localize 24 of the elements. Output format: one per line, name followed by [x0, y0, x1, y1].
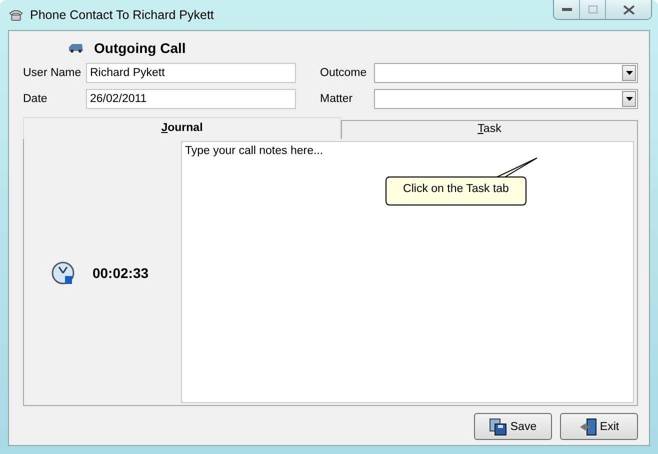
field-label: Matter	[320, 93, 354, 105]
car-icon	[68, 43, 84, 53]
tab[interactable]: Task	[341, 120, 638, 139]
save-button[interactable]: Save	[474, 413, 552, 440]
maximize-icon	[588, 5, 598, 14]
text-field[interactable]: Richard Pykett	[86, 63, 296, 83]
minimize-icon	[560, 6, 572, 12]
door-exit-icon	[578, 418, 597, 436]
field-label: User Name	[23, 67, 82, 79]
field-label: Date	[23, 93, 48, 105]
field-label: Outcome	[320, 67, 368, 79]
telephone-icon	[8, 8, 24, 22]
tab[interactable]: Journal	[23, 117, 341, 139]
close-icon	[622, 4, 634, 14]
exit-button[interactable]: Exit	[560, 413, 638, 440]
floppy-disk-icon	[489, 418, 508, 436]
text-field[interactable]: 26/02/2011	[86, 89, 296, 109]
close-button[interactable]	[606, 0, 651, 19]
minimize-button[interactable]	[554, 0, 580, 19]
tooltip-text: Click on the Task tab	[402, 183, 510, 195]
call-timer: 00:02:33	[92, 264, 149, 280]
clock-icon	[51, 260, 76, 284]
call-type-heading: Outgoing Call	[94, 40, 186, 56]
window-title: Phone Contact To Richard Pykett	[30, 8, 214, 22]
